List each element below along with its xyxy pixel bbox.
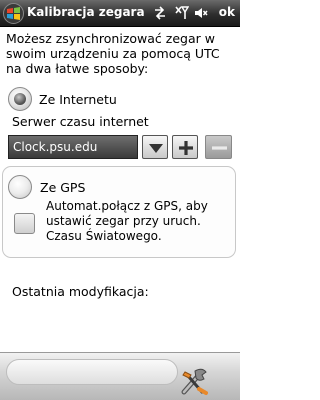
window-title: Kalibracja zegara bbox=[27, 5, 145, 19]
internet-radio[interactable] bbox=[8, 87, 32, 111]
intro-text: Możesz zsynchronizować zegar w swoim urz… bbox=[6, 31, 220, 76]
gps-radio[interactable] bbox=[8, 175, 32, 199]
windows-logo-icon[interactable] bbox=[3, 3, 24, 24]
last-modified-label: Ostatnia modyfikacja: bbox=[12, 284, 149, 299]
internet-option-label[interactable]: Ze Internetu bbox=[39, 92, 117, 107]
no-signal-antenna-icon[interactable] bbox=[175, 6, 189, 20]
plus-icon bbox=[179, 141, 193, 155]
minus-icon bbox=[212, 146, 227, 150]
server-dropdown-button[interactable] bbox=[142, 135, 168, 159]
gps-option-label[interactable]: Ze GPS bbox=[40, 180, 85, 195]
server-select[interactable]: Clock.psu.edu bbox=[8, 135, 138, 159]
remove-server-button[interactable] bbox=[205, 135, 232, 159]
add-server-button[interactable] bbox=[172, 135, 198, 159]
connectivity-arrows-icon[interactable] bbox=[153, 6, 167, 20]
ok-button[interactable]: ok bbox=[219, 5, 235, 19]
gps-auto-checkbox[interactable] bbox=[14, 213, 35, 234]
gps-auto-checkbox-label[interactable]: Automat.połącz z GPS, aby ustawić zegar … bbox=[46, 199, 236, 244]
tools-icon[interactable] bbox=[178, 366, 210, 396]
radio-selected-dot bbox=[14, 93, 26, 105]
dropdown-arrow-icon bbox=[149, 144, 163, 153]
title-bar: Kalibracja zegara ok bbox=[0, 0, 240, 27]
soft-key-left[interactable] bbox=[6, 359, 178, 385]
server-label: Serwer czasu internet bbox=[12, 114, 149, 129]
speaker-mute-icon[interactable] bbox=[194, 6, 208, 20]
